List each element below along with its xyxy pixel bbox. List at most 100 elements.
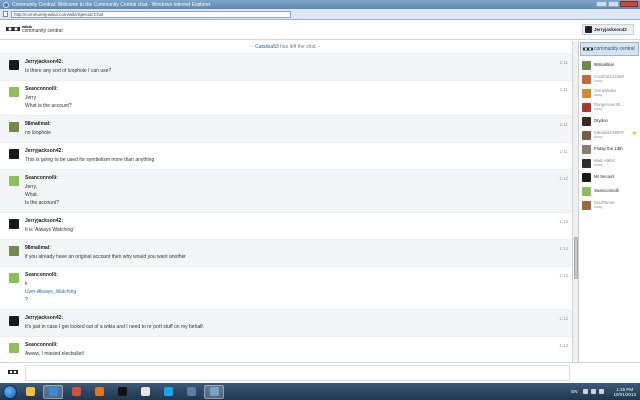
user-status: Away — [594, 163, 603, 167]
message-username[interactable]: Jerryjackson42: — [25, 59, 542, 65]
message-username[interactable]: 98mailmal: — [25, 245, 542, 251]
window-titlebar: Community Central: Welcome to the Commun… — [0, 0, 640, 9]
message-time: 1:11 — [559, 122, 568, 127]
inline-alert: - Catalisa53 has left the chat. - — [0, 41, 572, 53]
internet-explorer-icon — [3, 1, 9, 8]
chat-message: Seanconnolli: Awww, I missed elecbullet! 1… — [0, 336, 572, 362]
minimize-button[interactable] — [596, 1, 607, 7]
user-list-item[interactable]: 98mailmal — [579, 58, 640, 72]
chat-message: Jerryjackson42: Is there any sort of loop… — [0, 53, 572, 80]
wikia-logo-icon — [583, 47, 593, 51]
user-info: Dangerous Bl... Away — [594, 102, 624, 111]
message-username[interactable]: Jerryjackson42: — [25, 218, 542, 224]
message-time: 1:13 — [559, 343, 568, 348]
avatar[interactable] — [9, 343, 19, 353]
message-time: 1:12 — [559, 246, 568, 251]
address-bar: http://community.wikia.com/wiki/Special:… — [0, 9, 640, 20]
message-username[interactable]: Seanconnolli: — [25, 342, 542, 348]
taskbar-internet-explorer[interactable] — [43, 384, 63, 399]
wiki-logo[interactable]: wikia community central — [6, 24, 63, 34]
internet-explorer-icon — [48, 387, 58, 396]
message-text: This is going to be used for symbolism m… — [25, 157, 155, 163]
message-time: 1:12 — [559, 273, 568, 278]
avatar[interactable] — [9, 246, 19, 256]
clock[interactable]: 1:26 PM 10/01/2013 — [613, 387, 636, 397]
taskbar-windows-media[interactable] — [204, 384, 224, 399]
user-info: CoolCat123459 Away — [594, 74, 624, 83]
chat-message: Seanconnolli: k User:Always_Watching? 1:12 — [0, 266, 572, 309]
user-info: SoulTamer Away — [594, 200, 615, 209]
alert-user[interactable]: Catalisa53 — [255, 44, 279, 50]
user-status: Away — [594, 93, 603, 97]
start-button[interactable] — [3, 384, 17, 399]
page-icon — [3, 11, 8, 17]
taskbar-calculator[interactable] — [181, 385, 201, 399]
avatar — [582, 158, 591, 168]
taskbar-chrome[interactable] — [66, 385, 86, 399]
user-list-item[interactable]: Drydon — [579, 114, 640, 128]
network-icon[interactable] — [583, 389, 589, 394]
user-list-item[interactable]: Friday the 13th — [579, 142, 640, 156]
volume-icon[interactable] — [591, 389, 597, 394]
window-controls — [595, 1, 638, 7]
message-text: if you already have an original account … — [25, 254, 186, 260]
message-text: Jerry, — [25, 184, 38, 190]
taskbar-media-player[interactable] — [89, 385, 109, 399]
user-list-item[interactable]: CoolCat123459 Away — [579, 72, 640, 86]
current-user[interactable]: Jerryjackson42 — [582, 24, 634, 35]
user-list-item[interactable]: Seanconnolli — [579, 184, 640, 198]
taskbar-notepad[interactable] — [135, 385, 155, 399]
notepad-icon — [140, 387, 150, 396]
maximize-button[interactable] — [608, 1, 619, 7]
avatar[interactable] — [9, 122, 19, 132]
avatar[interactable] — [9, 149, 19, 159]
user-list-item[interactable]: Dangerous Bl... Away — [579, 100, 640, 114]
message-text: Is the account? — [25, 200, 59, 206]
flag-icon[interactable] — [599, 389, 605, 394]
message-username[interactable]: Seanconnolli: — [25, 175, 542, 181]
avatar[interactable] — [9, 219, 19, 229]
room-tab[interactable]: community central — [580, 42, 639, 56]
message-input[interactable] — [25, 365, 570, 381]
user-status: Away — [594, 107, 603, 111]
message-text: no loophole — [25, 130, 51, 136]
avatar — [582, 200, 591, 210]
message-username[interactable]: Seanconnolli: — [25, 86, 542, 92]
message-time: 1:12 — [559, 176, 568, 181]
avatar[interactable] — [9, 87, 19, 97]
user-list-item[interactable]: Katalisa449878 Away ★ — [579, 128, 640, 142]
avatar[interactable] — [9, 273, 19, 283]
chat-message: Seanconnolli: Jerry, What. Is the account? 1… — [0, 169, 572, 212]
wiki-name: wikia community central — [22, 24, 63, 34]
message-username[interactable]: Jerryjackson42: — [25, 315, 542, 321]
taskbar-command-prompt[interactable] — [112, 385, 132, 399]
user-list-item[interactable]: Cat Bukake Away — [579, 86, 640, 100]
avatar — [582, 60, 591, 70]
chrome-icon — [71, 387, 81, 396]
admin-star-icon: ★ — [631, 131, 637, 137]
message-username[interactable]: Seanconnolli: — [25, 272, 542, 278]
taskbar-explorer[interactable] — [20, 385, 40, 399]
avatar — [582, 102, 591, 112]
message-time: 1:12 — [559, 316, 568, 321]
message-input-area — [0, 362, 640, 383]
message-username[interactable]: Jerryjackson42: — [25, 148, 542, 154]
language-indicator[interactable]: EN — [571, 389, 577, 394]
user-list-sidebar: community central 98mailmal CoolCat123459… — [578, 41, 640, 362]
message-username[interactable]: 98mailmal: — [25, 121, 542, 127]
avatar[interactable] — [9, 176, 19, 186]
user-list-item[interactable]: Mr Secord — [579, 170, 640, 184]
avatar — [582, 130, 591, 140]
avatar[interactable] — [9, 316, 19, 326]
message-link[interactable]: User:Always_Watching — [25, 288, 542, 296]
user-list-item[interactable]: Mad Hatter Away — [579, 156, 640, 170]
user-info: Seanconnolli — [594, 188, 619, 193]
close-button[interactable] — [620, 1, 638, 7]
user-info: Mr Secord — [594, 174, 614, 179]
chat-log[interactable]: - Catalisa53 has left the chat. - Jerryj… — [0, 41, 572, 362]
taskbar-skype[interactable] — [158, 385, 178, 399]
url-field[interactable]: http://community.wikia.com/wiki/Special:… — [11, 10, 291, 18]
user-list-item[interactable]: SoulTamer Away — [579, 198, 640, 212]
user-status: Away — [594, 79, 603, 83]
avatar[interactable] — [9, 60, 19, 70]
